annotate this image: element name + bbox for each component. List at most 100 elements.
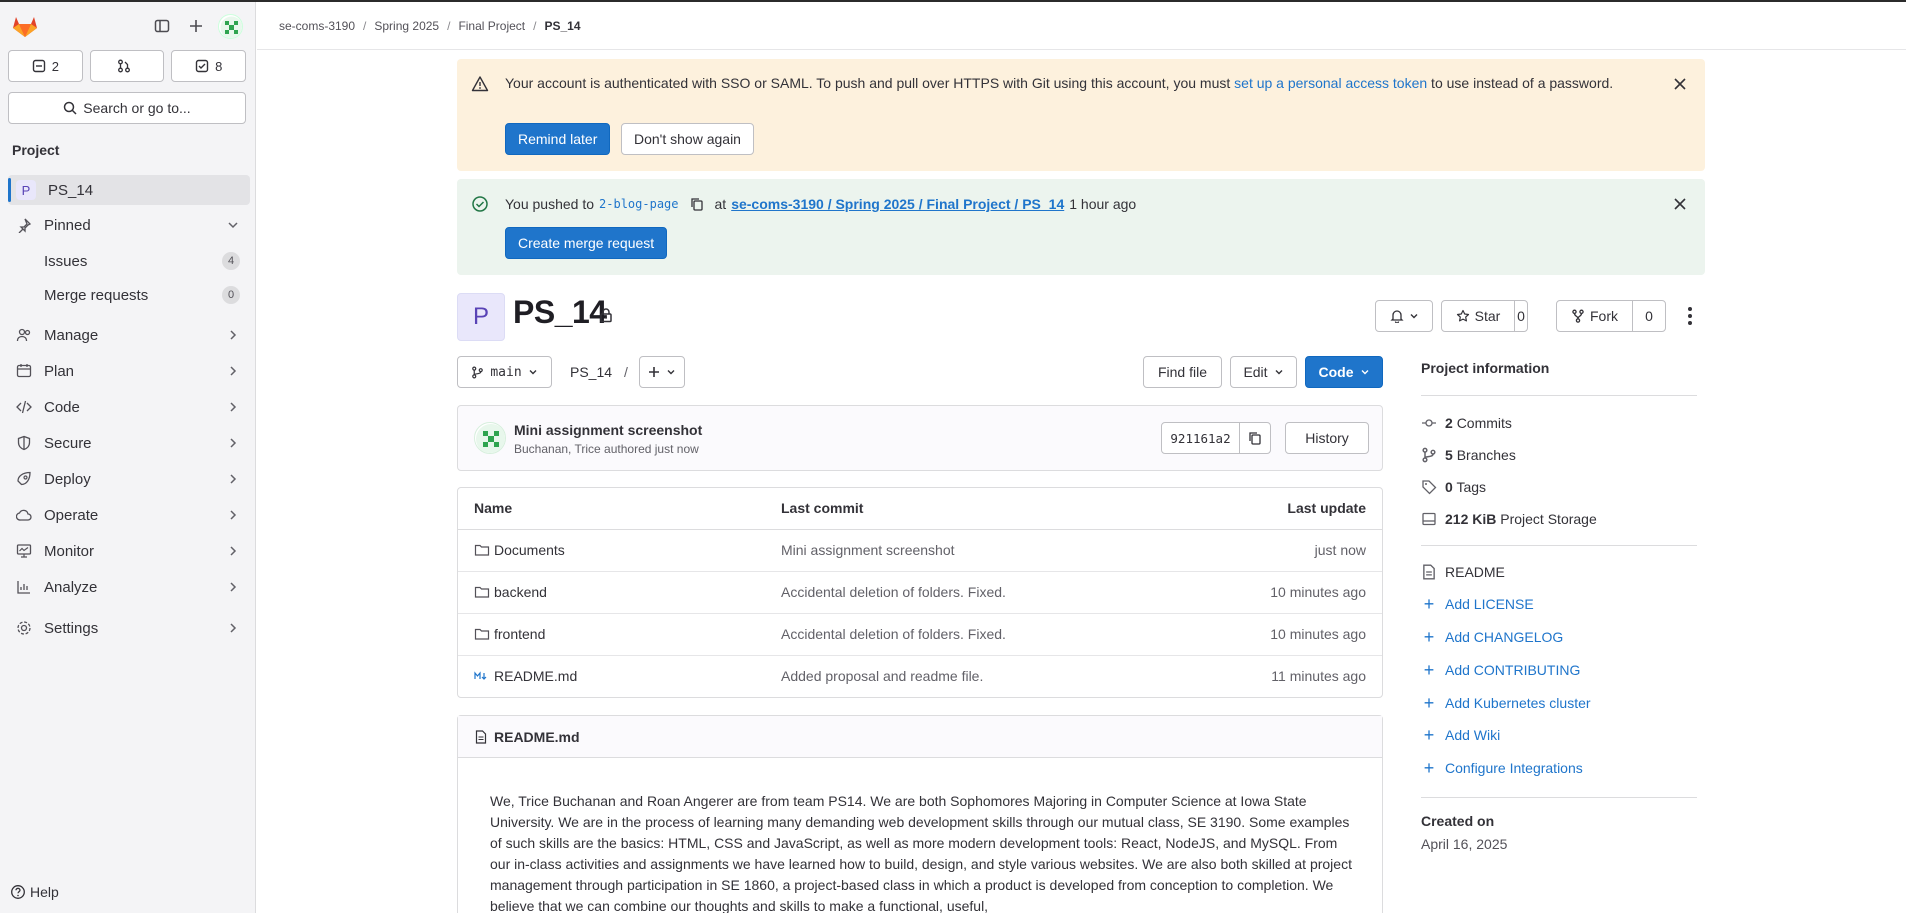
breadcrumb-subgroup[interactable]: Spring 2025 (374, 19, 439, 33)
fork-count[interactable]: 0 (1633, 301, 1665, 331)
author-avatar[interactable] (474, 422, 506, 454)
edit-dropdown[interactable]: Edit (1230, 356, 1297, 388)
storage-label: Project Storage (1500, 511, 1597, 527)
readme-link[interactable]: README (1421, 564, 1505, 580)
add-changelog-link[interactable]: + Add CHANGELOG (1421, 628, 1564, 646)
sidebar-secure-label: Secure (44, 434, 92, 452)
sidebar-item-analyze[interactable]: Analyze (8, 572, 250, 602)
find-file-button[interactable]: Find file (1143, 356, 1222, 388)
sidebar-item-merge-requests[interactable]: Merge requests 0 (8, 280, 250, 310)
issues-count-button[interactable]: 2 (8, 50, 83, 82)
search-button[interactable]: Search or go to... (8, 92, 246, 124)
remind-later-button[interactable]: Remind later (505, 123, 611, 155)
search-icon (64, 101, 77, 115)
plus-icon[interactable] (184, 14, 208, 38)
created-on-label: Created on (1421, 813, 1495, 829)
file-name-cell[interactable]: Documents (474, 542, 565, 558)
push-time: 1 hour ago (1069, 196, 1137, 212)
close-icon[interactable] (1673, 77, 1687, 91)
sidebar-item-monitor[interactable]: Monitor (8, 536, 250, 566)
last-commit-message[interactable]: Accidental deletion of folders. Fixed. (781, 584, 1006, 600)
issues-count-badge: 4 (222, 252, 240, 270)
more-actions-icon[interactable] (1682, 300, 1698, 332)
fork-button[interactable]: Fork (1557, 301, 1632, 331)
sidebar-item-secure[interactable]: Secure (8, 428, 250, 458)
dont-show-again-button[interactable]: Don't show again (621, 123, 754, 155)
code-icon (14, 397, 34, 417)
sidebar-item-operate[interactable]: Operate (8, 500, 250, 530)
chevron-down-icon (529, 370, 537, 375)
merge-requests-count-button[interactable] (89, 50, 165, 82)
chevron-right-icon (230, 474, 237, 484)
repo-path: PS_14 / (570, 364, 628, 380)
file-name[interactable]: frontend (494, 626, 545, 642)
sso-alert-text: Your account is authenticated with SSO o… (505, 75, 1235, 91)
tags-stat[interactable]: 0 Tags (1421, 479, 1486, 495)
todos-count-button[interactable]: 8 (171, 50, 247, 82)
sidebar-item-pinned[interactable]: Pinned (8, 210, 250, 240)
add-kubernetes-cluster-link[interactable]: + Add Kubernetes cluster (1421, 694, 1591, 712)
branches-stat-text: 5 Branches (1445, 447, 1516, 463)
add-to-tree-dropdown[interactable] (639, 356, 685, 388)
branches-label: Branches (1456, 447, 1516, 463)
commits-stat[interactable]: 2 Commits (1421, 415, 1512, 431)
commit-time: authored just now (600, 442, 699, 456)
add-contributing-link[interactable]: + Add CONTRIBUTING (1421, 661, 1581, 679)
readme-filename[interactable]: README.md (494, 729, 580, 745)
sidebar-toggle-icon[interactable] (150, 14, 174, 38)
add-wiki-link[interactable]: + Add Wiki (1421, 726, 1501, 744)
breadcrumb-current[interactable]: PS_14 (544, 19, 580, 33)
sidebar-item-issues[interactable]: Issues 4 (8, 246, 250, 276)
close-icon[interactable] (1673, 197, 1687, 211)
gitlab-logo-icon[interactable] (12, 14, 38, 38)
project-path-link[interactable]: se-coms-3190 / Spring 2025 / Final Proje… (731, 194, 1064, 214)
history-button[interactable]: History (1285, 422, 1369, 454)
sidebar-item-project[interactable]: P PS_14 (8, 175, 250, 205)
file-icon (1421, 564, 1437, 580)
create-merge-request-button[interactable]: Create merge request (505, 227, 668, 259)
table-row: frontend Accidental deletion of folders.… (458, 614, 1382, 656)
repo-path-root[interactable]: PS_14 (570, 364, 612, 380)
configure-integrations-link[interactable]: + Configure Integrations (1421, 759, 1583, 777)
personal-access-token-link[interactable]: set up a personal access token (1234, 75, 1427, 91)
breadcrumb-subgroup-2[interactable]: Final Project (458, 19, 525, 33)
notifications-dropdown[interactable] (1375, 300, 1433, 332)
last-commit-message[interactable]: Mini assignment screenshot (781, 542, 955, 558)
copy-icon[interactable] (690, 197, 704, 211)
breadcrumb-group[interactable]: se-coms-3190 (279, 19, 355, 33)
sidebar-item-settings[interactable]: Settings (8, 613, 250, 643)
table-row: Documents Mini assignment screenshot jus… (458, 530, 1382, 572)
file-name-cell[interactable]: frontend (474, 626, 545, 642)
last-commit-message[interactable]: Accidental deletion of folders. Fixed. (781, 626, 1006, 642)
last-commit-message[interactable]: Added proposal and readme file. (781, 668, 983, 684)
branch-name-link[interactable]: 2-blog-page (599, 194, 678, 214)
help-link[interactable]: Help (10, 884, 59, 900)
storage-stat[interactable]: 212 KiB Project Storage (1421, 511, 1597, 527)
code-dropdown[interactable]: Code (1305, 356, 1383, 388)
sidebar-item-code[interactable]: Code (8, 392, 250, 422)
file-name-cell[interactable]: backend (474, 584, 547, 600)
commit-title[interactable]: Mini assignment screenshot (514, 422, 702, 438)
file-name[interactable]: Documents (494, 542, 565, 558)
branch-selector[interactable]: main (457, 356, 552, 388)
add-license-link[interactable]: + Add LICENSE (1421, 595, 1534, 613)
sidebar-item-deploy[interactable]: Deploy (8, 464, 250, 494)
star-count[interactable]: 0 (1515, 301, 1527, 331)
add-license-label: Add LICENSE (1445, 596, 1534, 612)
sidebar-plan-label: Plan (44, 362, 75, 380)
user-avatar[interactable] (218, 14, 243, 39)
sidebar-item-plan[interactable]: Plan (8, 356, 250, 386)
star-button[interactable]: Star (1442, 301, 1514, 331)
file-name[interactable]: README.md (494, 668, 577, 684)
sidebar-item-manage[interactable]: Manage (8, 320, 250, 350)
branches-stat[interactable]: 5 Branches (1421, 447, 1516, 463)
chevron-right-icon (230, 366, 237, 376)
copy-sha-button[interactable] (1240, 423, 1270, 453)
file-name-cell[interactable]: README.md (474, 668, 577, 684)
file-name[interactable]: backend (494, 584, 547, 600)
sidebar-manage-label: Manage (44, 326, 99, 344)
commits-label: Commits (1456, 415, 1512, 431)
commit-author[interactable]: Buchanan, Trice (514, 442, 601, 456)
commit-sha[interactable]: 921161a2 (1162, 423, 1240, 453)
cloud-icon (14, 505, 34, 525)
